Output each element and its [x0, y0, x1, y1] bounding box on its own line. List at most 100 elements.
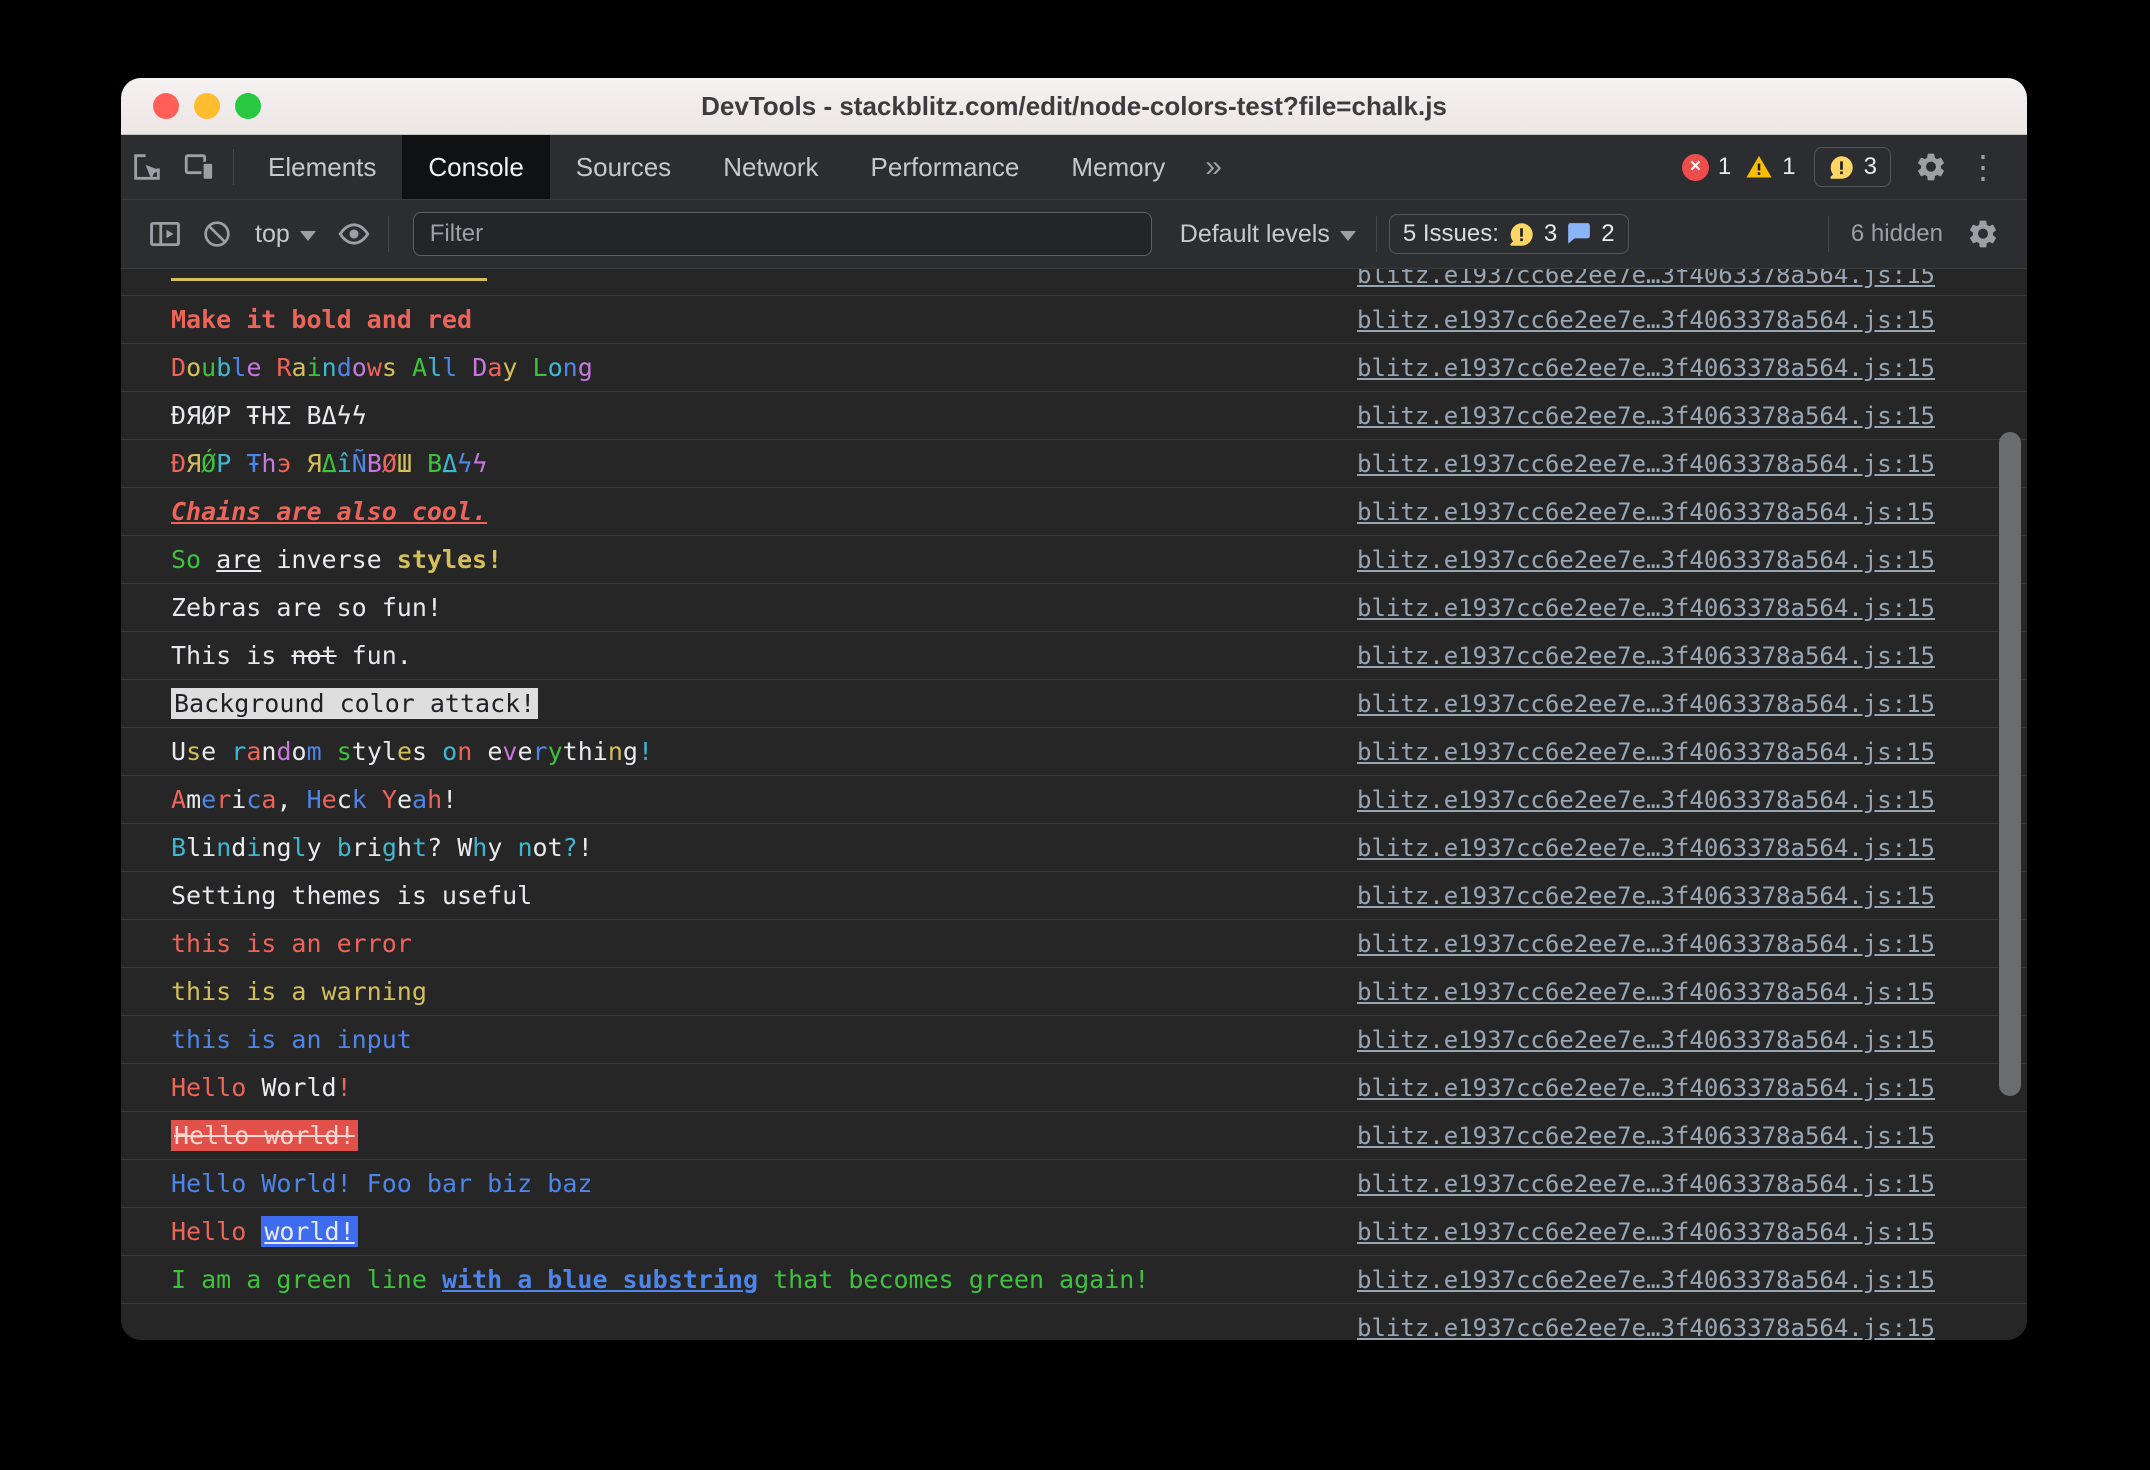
- device-toolbar-button[interactable]: [173, 135, 225, 199]
- zoom-button[interactable]: [235, 93, 261, 119]
- scrollbar-thumb[interactable]: [1999, 432, 2021, 1096]
- source-link[interactable]: blitz.e1937cc6e2ee7e…3f4063378a564.js:15: [1357, 977, 1935, 1007]
- console-row: America, Heck Yeah! blitz.e1937cc6e2ee7e……: [121, 776, 2027, 824]
- context-selector[interactable]: top: [243, 220, 328, 249]
- console-row: this is a warning blitz.e1937cc6e2ee7e…3f…: [121, 968, 2027, 1016]
- source-link[interactable]: blitz.e1937cc6e2ee7e…3f4063378a564.js:15: [1357, 353, 1935, 383]
- close-button[interactable]: [153, 93, 179, 119]
- warning-counter[interactable]: 1: [1745, 153, 1796, 181]
- tab-memory[interactable]: Memory: [1045, 135, 1191, 199]
- sidebar-panel-icon: [150, 221, 180, 247]
- issues-summary[interactable]: 5 Issues: 3 2: [1388, 214, 1629, 254]
- console-row: Hello World! Foo bar biz baz blitz.e1937c…: [121, 1160, 2027, 1208]
- console-message: Zebras are so fun!: [171, 593, 442, 622]
- console-message: Chains are also cool.: [171, 497, 488, 526]
- source-link[interactable]: blitz.e1937cc6e2ee7e…3f4063378a564.js:15: [1357, 305, 1935, 335]
- window-title: DevTools - stackblitz.com/edit/node-colo…: [701, 90, 1447, 121]
- error-icon: ×: [1681, 153, 1709, 181]
- devtools-window: DevTools - stackblitz.com/edit/node-colo…: [121, 78, 2027, 1340]
- console-row: So are inverse styles! blitz.e1937cc6e2ee…: [121, 536, 2027, 584]
- tab-sources[interactable]: Sources: [550, 135, 697, 199]
- inspect-element-button[interactable]: [121, 135, 173, 199]
- source-link[interactable]: blitz.e1937cc6e2ee7e…3f4063378a564.js:15: [1357, 1313, 1935, 1340]
- source-link[interactable]: blitz.e1937cc6e2ee7e…3f4063378a564.js:15: [1357, 1169, 1935, 1199]
- console-row: Background color attack! blitz.e1937cc6e2…: [121, 680, 2027, 728]
- console-sidebar-button[interactable]: [139, 217, 191, 251]
- source-link[interactable]: blitz.e1937cc6e2ee7e…3f4063378a564.js:15: [1357, 545, 1935, 575]
- console-settings-button[interactable]: [1957, 218, 2009, 250]
- source-link[interactable]: blitz.e1937cc6e2ee7e…3f4063378a564.js:15: [1357, 593, 1935, 623]
- log-levels-selector[interactable]: Default levels: [1168, 220, 1368, 249]
- console-message: Background color attack!: [171, 688, 539, 719]
- main-toolbar: Elements Console Sources Network Perform…: [121, 135, 2027, 200]
- issues-summary-label: 5 Issues:: [1402, 220, 1499, 247]
- source-link[interactable]: blitz.e1937cc6e2ee7e…3f4063378a564.js:15: [1357, 833, 1935, 863]
- console-message: this is a warning: [171, 977, 427, 1006]
- source-link[interactable]: blitz.e1937cc6e2ee7e…3f4063378a564.js:15: [1357, 401, 1935, 431]
- inspect-cursor-icon: [134, 154, 161, 180]
- source-link[interactable]: blitz.e1937cc6e2ee7e…3f4063378a564.js:15: [1357, 785, 1935, 815]
- issues-counter[interactable]: 3: [1813, 147, 1891, 187]
- console-row: blitz.e1937cc6e2ee7e…3f4063378a564.js:15: [121, 1304, 2027, 1340]
- tab-performance[interactable]: Performance: [845, 135, 1046, 199]
- console-message: this is an error: [171, 929, 412, 958]
- kebab-menu-button[interactable]: ⋮: [1957, 148, 2009, 186]
- clipped-message-underline: [171, 278, 487, 281]
- error-count: 1: [1717, 153, 1732, 180]
- source-link[interactable]: blitz.e1937cc6e2ee7e…3f4063378a564.js:15: [1357, 497, 1935, 527]
- source-link[interactable]: blitz.e1937cc6e2ee7e…3f4063378a564.js:15: [1357, 1025, 1935, 1055]
- tab-label: Performance: [870, 151, 1020, 182]
- console-message: ĐЯǾP Ŧhэ ЯΔîÑВØШ ВΔϟϟ: [171, 449, 488, 478]
- source-link[interactable]: blitz.e1937cc6e2ee7e…3f4063378a564.js:15: [1357, 737, 1935, 767]
- console-row: Make it bold and red blitz.e1937cc6e2ee7e…: [121, 296, 2027, 344]
- toolbar-divider: [233, 149, 234, 185]
- console-row: Hello world! blitz.e1937cc6e2ee7e…3f40633…: [121, 1208, 2027, 1256]
- titlebar: DevTools - stackblitz.com/edit/node-colo…: [121, 78, 2027, 135]
- console-row: Blindingly bright? Why not?! blitz.e1937c…: [121, 824, 2027, 872]
- levels-label: Default levels: [1179, 219, 1330, 248]
- gear-icon: [1918, 153, 1944, 181]
- eye-icon: [338, 223, 370, 245]
- toolbar-divider: [1827, 216, 1829, 252]
- console-row: ĐЯǾP Ŧhэ ЯΔîÑВØШ ВΔϟϟ blitz.e1937cc6e2ee7…: [121, 440, 2027, 488]
- settings-button[interactable]: [1905, 151, 1957, 183]
- clear-console-button[interactable]: [191, 218, 243, 250]
- source-link[interactable]: blitz.e1937cc6e2ee7e…3f4063378a564.js:15: [1357, 1217, 1935, 1247]
- warning-count: 1: [1782, 153, 1796, 180]
- console-row: Double Raindows All Day Long blitz.e1937c…: [121, 344, 2027, 392]
- console-message: Use random styles on everything!: [171, 737, 653, 766]
- console-row: this is an input blitz.e1937cc6e2ee7e…3f4…: [121, 1016, 2027, 1064]
- console-message: Hello World!: [171, 1073, 352, 1102]
- source-link[interactable]: blitz.e1937cc6e2ee7e…3f4063378a564.js:15: [1357, 1121, 1935, 1151]
- source-link[interactable]: blitz.e1937cc6e2ee7e…3f4063378a564.js:15: [1357, 1265, 1935, 1295]
- console-message: Setting themes is useful: [171, 881, 533, 910]
- console-row: Hello World! blitz.e1937cc6e2ee7e…3f40633…: [121, 1064, 2027, 1112]
- minimize-button[interactable]: [194, 93, 220, 119]
- tab-elements[interactable]: Elements: [242, 135, 402, 199]
- console-message: Blindingly bright? Why not?!: [171, 833, 593, 862]
- console-row: Zebras are so fun! blitz.e1937cc6e2ee7e…3…: [121, 584, 2027, 632]
- source-link[interactable]: blitz.e1937cc6e2ee7e…3f4063378a564.js:15: [1357, 881, 1935, 911]
- console-toolbar: top Default levels 5 Issues: 3: [121, 200, 2027, 269]
- live-expression-button[interactable]: [328, 217, 380, 251]
- device-toolbar-icon: [184, 154, 215, 181]
- chevron-down-icon: [299, 230, 316, 241]
- source-link[interactable]: blitz.e1937cc6e2ee7e…3f4063378a564.js:15: [1357, 1073, 1935, 1103]
- toolbar-divider: [1375, 216, 1377, 252]
- console-row: Use random styles on everything! blitz.e1…: [121, 728, 2027, 776]
- tab-network[interactable]: Network: [697, 135, 844, 199]
- toolbar-status-group: × 1 1 3 ⋮: [1681, 135, 2027, 199]
- traffic-lights: [153, 78, 261, 134]
- issues-blue-count: 2: [1601, 220, 1615, 247]
- filter-input[interactable]: [412, 212, 1152, 256]
- more-tabs-icon[interactable]: »: [1191, 135, 1236, 199]
- source-link[interactable]: blitz.e1937cc6e2ee7e…3f4063378a564.js:15: [1357, 929, 1935, 959]
- error-counter[interactable]: × 1: [1681, 153, 1732, 181]
- source-link[interactable]: blitz.e1937cc6e2ee7e…3f4063378a564.js:15: [1357, 269, 1935, 290]
- issues-yellow-count: 3: [1543, 220, 1558, 247]
- source-link[interactable]: blitz.e1937cc6e2ee7e…3f4063378a564.js:15: [1357, 641, 1935, 671]
- source-link[interactable]: blitz.e1937cc6e2ee7e…3f4063378a564.js:15: [1357, 449, 1935, 479]
- tab-console[interactable]: Console: [402, 135, 550, 199]
- source-link[interactable]: blitz.e1937cc6e2ee7e…3f4063378a564.js:15: [1357, 689, 1935, 719]
- issues-count: 3: [1863, 153, 1877, 180]
